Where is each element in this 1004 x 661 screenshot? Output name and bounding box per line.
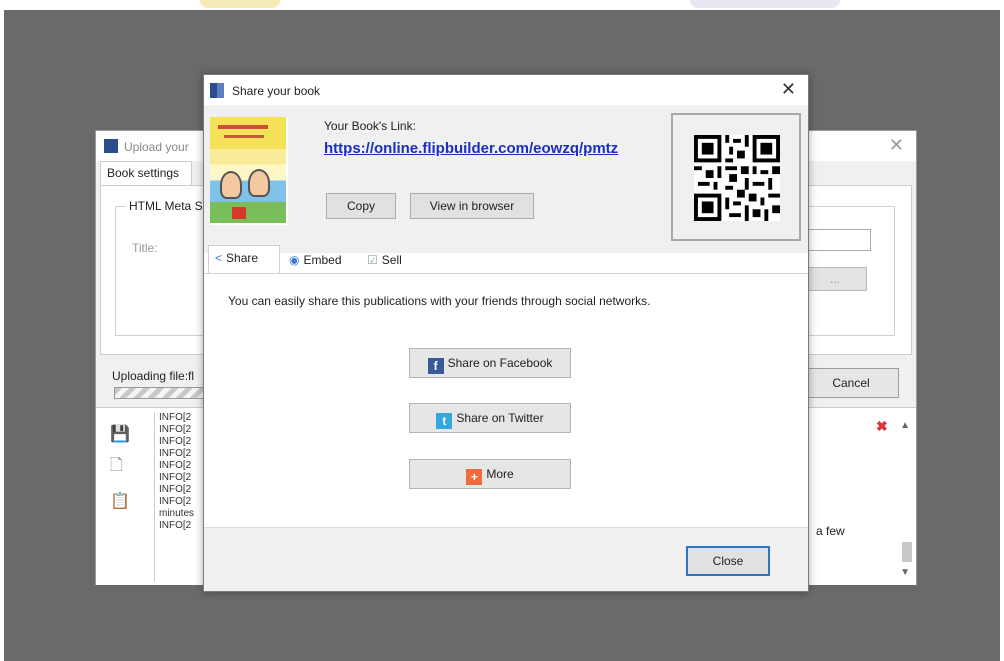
book-cover-thumbnail	[210, 117, 288, 225]
qr-code-panel	[671, 113, 801, 241]
cover-figure	[220, 171, 242, 199]
browse-button[interactable]: ...	[803, 267, 867, 291]
uploading-label: Uploading file:fl	[112, 369, 195, 383]
copy-icon[interactable]: 🗋	[110, 454, 140, 481]
button-label: Share on Twitter	[456, 411, 544, 425]
close-button[interactable]: Close	[686, 546, 770, 576]
twitter-icon: t	[436, 413, 453, 429]
tab-embed[interactable]: ◉ Embed	[282, 247, 356, 271]
share-more-button[interactable]: + More	[409, 459, 571, 489]
cover-title-stripe	[218, 125, 268, 129]
tab-sell[interactable]: ☑ Sell	[360, 247, 410, 271]
tab-share[interactable]: < Share	[208, 245, 280, 273]
button-label: More	[486, 467, 514, 481]
cancel-button[interactable]: Cancel	[803, 368, 899, 398]
share-tabs: < Share ◉ Embed ☑ Sell	[204, 243, 808, 273]
title-label: Title:	[132, 241, 158, 255]
globe-icon: ◉	[289, 253, 300, 267]
plus-icon: +	[466, 469, 483, 485]
clipboard-icon[interactable]: 📋	[110, 491, 140, 511]
log-toolbar: 💾 🗋 📋	[110, 424, 140, 521]
log-scrollbar[interactable]: ▲ ▼	[900, 412, 914, 582]
dialog-title: Share your book	[232, 84, 321, 98]
view-in-browser-button[interactable]: View in browser	[410, 193, 534, 219]
title-input[interactable]	[803, 229, 871, 251]
scroll-up-icon[interactable]: ▲	[900, 420, 910, 431]
log-text-fragment: a few	[816, 524, 845, 538]
scroll-thumb[interactable]	[902, 542, 912, 562]
cover-subtitle-stripe	[224, 135, 264, 138]
close-icon[interactable]: ✕	[889, 135, 904, 156]
page-top-strip	[0, 0, 1004, 10]
book-link-label: Your Book's Link:	[324, 119, 416, 133]
cover-image	[210, 117, 286, 223]
cover-figure	[248, 169, 270, 197]
button-label: Share on Facebook	[447, 356, 553, 370]
share-twitter-button[interactable]: t Share on Twitter	[409, 403, 571, 433]
banner-decoration	[690, 0, 840, 8]
delete-icon[interactable]: ✖	[876, 418, 888, 435]
share-description: You can easily share this publications w…	[228, 294, 651, 308]
share-panel: You can easily share this publications w…	[204, 273, 808, 525]
share-facebook-button[interactable]: f Share on Facebook	[409, 348, 571, 378]
sell-icon: ☑	[367, 253, 378, 267]
copy-button[interactable]: Copy	[326, 193, 396, 219]
close-icon[interactable]: ✕	[781, 79, 796, 100]
tab-label: Share	[226, 251, 259, 265]
book-link-section: Your Book's Link: https://online.flipbui…	[204, 105, 808, 253]
banner-decoration	[200, 0, 280, 8]
group-label: HTML Meta Se	[126, 199, 213, 213]
dialog-footer: Close	[204, 527, 808, 591]
book-icon	[210, 83, 224, 98]
upload-progress-bar	[114, 387, 204, 399]
share-icon: <	[215, 251, 223, 265]
tab-label: Embed	[303, 253, 342, 267]
save-icon[interactable]: 💾	[110, 424, 140, 444]
facebook-icon: f	[427, 358, 444, 374]
tab-label: Sell	[381, 253, 402, 267]
book-link-url[interactable]: https://online.flipbuilder.com/eowzq/pmt…	[324, 140, 682, 157]
cover-detail	[232, 207, 246, 219]
tab-book-settings[interactable]: Book settings	[100, 161, 192, 185]
upload-window-title: Upload your	[124, 140, 189, 154]
dialog-titlebar: Share your book ✕	[204, 75, 808, 105]
scroll-down-icon[interactable]: ▼	[900, 567, 910, 578]
app-icon	[104, 139, 118, 153]
qr-code-icon	[694, 135, 780, 221]
share-dialog: Share your book ✕ Your Book's Link: http…	[203, 74, 809, 592]
